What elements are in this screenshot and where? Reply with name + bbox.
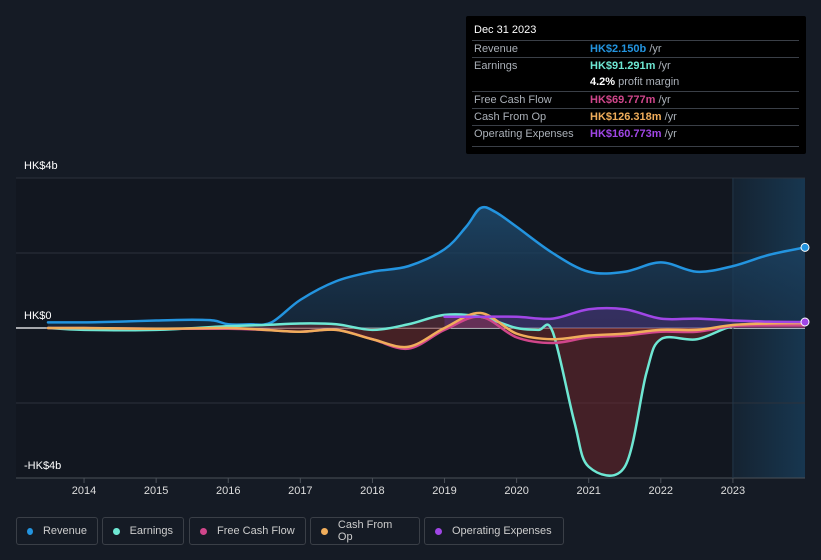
legend-earnings[interactable]: Earnings: [102, 517, 184, 545]
x-tick-label: 2022: [648, 485, 674, 497]
tooltip-value: HK$126.318m /yr: [590, 111, 677, 123]
x-tick-label: 2017: [288, 485, 313, 497]
tooltip-label: Earnings: [474, 60, 518, 72]
x-ticks: [83, 478, 734, 483]
unit-text: /yr: [661, 128, 677, 140]
legend-cash-from-op[interactable]: Cash From Op: [310, 517, 420, 545]
legend-free-cash-flow[interactable]: Free Cash Flow: [189, 517, 306, 545]
tooltip: Dec 31 2023 Revenue HK$2.150b /yr Earnin…: [466, 16, 806, 154]
value-text: HK$160.773m: [590, 128, 662, 140]
x-tick-label: 2018: [360, 485, 385, 497]
value-text: HK$69.777m: [590, 94, 656, 106]
x-tick-label: 2016: [215, 485, 241, 497]
revenue-dot-icon: [27, 527, 33, 535]
tooltip-row-revenue: Revenue HK$2.150b /yr: [472, 40, 799, 57]
tooltip-divider: [472, 146, 799, 147]
x-tick-label: 2023: [720, 485, 746, 497]
free-cash-flow-dot-icon: [200, 527, 207, 535]
tooltip-row-profit-margin: 4.2% profit margin: [472, 74, 799, 90]
legend-label: Revenue: [42, 525, 87, 537]
x-tick-label: 2015: [143, 485, 169, 497]
tooltip-label: Operating Expenses: [474, 128, 574, 140]
tooltip-label: Revenue: [474, 43, 519, 55]
revenue-end-marker: [800, 242, 810, 252]
x-tick-label: 2014: [71, 485, 97, 497]
unit-text: /yr: [655, 60, 671, 72]
tooltip-value: HK$69.777m /yr: [590, 94, 671, 106]
tooltip-row-earnings: Earnings HK$91.291m /yr: [472, 57, 799, 74]
cash-from-op-dot-icon: [321, 527, 328, 535]
legend-label: Free Cash Flow: [217, 525, 295, 537]
legend-operating-expenses[interactable]: Operating Expenses: [424, 517, 564, 545]
unit-text: /yr: [646, 43, 662, 55]
value-text: HK$2.150b: [590, 43, 647, 55]
unit-text: /yr: [661, 111, 677, 123]
x-tick-label: 2019: [432, 485, 457, 497]
x-tick-label: 2021: [576, 485, 601, 497]
tooltip-label: Cash From Op: [474, 111, 547, 123]
y-tick-label-zero: HK$0: [24, 310, 52, 322]
y-tick-label-bottom: -HK$4b: [24, 460, 62, 472]
tooltip-label: Free Cash Flow: [474, 94, 552, 106]
tooltip-date: Dec 31 2023: [474, 24, 537, 36]
legend-label: Earnings: [129, 525, 173, 537]
tooltip-row-cash-from-op: Cash From Op HK$126.318m /yr: [472, 108, 799, 125]
legend-label: Cash From Op: [337, 519, 393, 543]
tooltip-value: HK$2.150b /yr: [590, 43, 662, 55]
unit-text: /yr: [655, 94, 671, 106]
legend-label: Operating Expenses: [452, 525, 552, 537]
value-text: HK$126.318m: [590, 111, 662, 123]
earnings-dot-icon: [113, 527, 120, 535]
unit-text: profit margin: [615, 76, 680, 88]
legend-revenue[interactable]: Revenue: [16, 517, 98, 545]
tooltip-value: HK$91.291m /yr: [590, 60, 671, 72]
tooltip-row-free-cash-flow: Free Cash Flow HK$69.777m /yr: [472, 91, 799, 108]
tooltip-row-operating-expenses: Operating Expenses HK$160.773m /yr: [472, 125, 799, 142]
tooltip-value: HK$160.773m /yr: [590, 128, 677, 140]
x-tick-label: 2020: [504, 485, 529, 497]
value-text: 4.2%: [590, 76, 616, 88]
y-tick-label-top: HK$4b: [24, 160, 58, 172]
operating-expenses-end-marker: [800, 317, 810, 327]
tooltip-value: 4.2% profit margin: [590, 76, 679, 88]
value-text: HK$91.291m: [590, 60, 656, 72]
operating-expenses-dot-icon: [435, 527, 442, 535]
